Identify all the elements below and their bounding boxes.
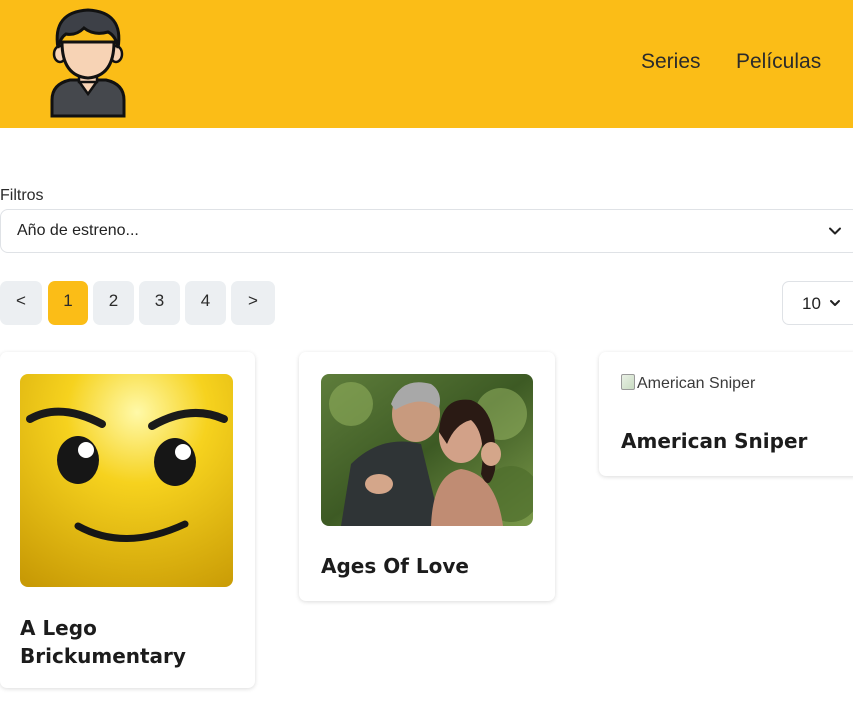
per-page-value: 10 [802,294,821,313]
pagination-page-2[interactable]: 2 [93,281,134,325]
pagination-page-1[interactable]: 1 [48,281,88,325]
header: Series Películas [0,0,853,128]
chevron-down-icon [829,227,841,235]
filters-label: Filtros [0,187,44,204]
pagination-page-4[interactable]: 4 [185,281,226,325]
movie-title-line-1: A Lego [20,616,97,640]
movie-poster-alt-text: American Sniper [637,375,756,392]
movie-poster-broken: American Sniper [621,374,755,393]
release-year-select-value: Año de estreno... [17,222,139,239]
movie-card[interactable]: American Sniper American Sniper [599,352,853,476]
movie-poster [20,374,233,587]
user-avatar-icon[interactable] [48,6,128,118]
movie-title-line-2: Brickumentary [20,644,186,668]
movie-title: Ages Of Love [321,554,469,578]
pagination-page-3[interactable]: 3 [139,281,180,325]
pagination-next-button[interactable]: > [231,281,275,325]
per-page-select[interactable]: 10 [782,281,853,325]
nav-series-link[interactable]: Series [641,50,701,74]
nav-peliculas-link[interactable]: Películas [736,50,821,74]
movie-title: American Sniper [621,429,808,453]
movie-card[interactable]: Ages Of Love [299,352,555,601]
movie-poster [321,374,533,526]
chevron-down-icon [830,300,840,306]
broken-image-icon [621,374,635,390]
movie-title: A Lego Brickumentary [20,614,186,670]
release-year-select[interactable]: Año de estreno... [0,209,853,253]
pagination-prev-button[interactable]: < [0,281,42,325]
movie-card[interactable]: A Lego Brickumentary [0,352,255,688]
